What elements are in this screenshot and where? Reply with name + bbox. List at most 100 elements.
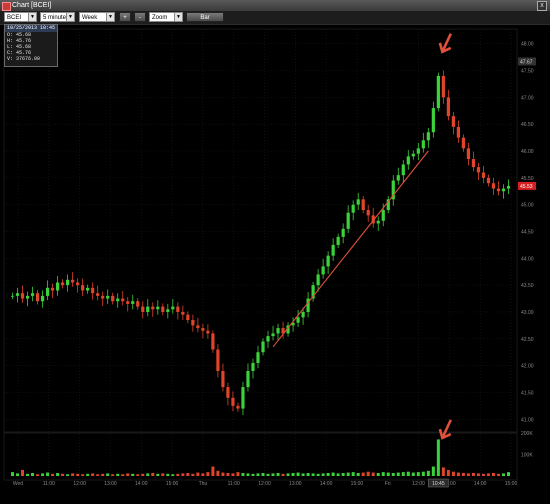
chart-style-button[interactable]: Bar bbox=[186, 12, 224, 22]
candle-body bbox=[156, 306, 160, 310]
candle-body bbox=[15, 293, 20, 296]
candle-body bbox=[121, 298, 125, 302]
volume-bar bbox=[391, 472, 395, 476]
candle-body bbox=[116, 298, 120, 302]
price-tick-label: 48.00 bbox=[521, 42, 534, 48]
x-tick-label: 14:00 bbox=[474, 481, 487, 487]
zoom-in-button[interactable]: + bbox=[119, 12, 131, 22]
chevron-down-icon[interactable]: ▼ bbox=[174, 13, 182, 21]
chart-area[interactable]: 48.00 47.50 47.00 46.50 46.00 45.50 45.00 44.50… bbox=[0, 25, 550, 499]
candle-body bbox=[476, 167, 481, 173]
x-tick-label: 12:00 bbox=[73, 481, 86, 487]
candle-body bbox=[276, 328, 280, 334]
candle-body bbox=[166, 309, 170, 312]
volume-bar bbox=[306, 472, 310, 476]
candles bbox=[10, 70, 511, 415]
candle-body bbox=[196, 325, 200, 329]
candle-body bbox=[341, 228, 345, 237]
volume-bar bbox=[121, 474, 125, 476]
volume-bar bbox=[426, 470, 430, 476]
price-chart[interactable]: 48.00 47.50 47.00 46.50 46.00 45.50 45.00 44.50… bbox=[0, 25, 550, 499]
chevron-down-icon[interactable]: ▼ bbox=[28, 13, 36, 21]
price-tick-label: 44.50 bbox=[521, 230, 534, 236]
candle-body bbox=[206, 330, 210, 334]
candle-body bbox=[86, 287, 90, 291]
interval-select[interactable]: 5 minutes ▼ bbox=[40, 12, 75, 22]
candle-body bbox=[481, 172, 486, 178]
candle-body bbox=[401, 164, 405, 176]
volume-bar bbox=[371, 472, 375, 476]
candle-body bbox=[141, 306, 145, 312]
volume-bar bbox=[236, 472, 240, 476]
price-tick-label: 43.00 bbox=[521, 310, 534, 316]
volume-bar bbox=[476, 473, 480, 476]
symbol-value: BCEI bbox=[7, 15, 22, 21]
candle-body bbox=[271, 333, 275, 337]
candle-body bbox=[461, 137, 466, 149]
volume-bar bbox=[286, 473, 290, 476]
volume-bar bbox=[16, 473, 20, 476]
candle-body bbox=[486, 177, 491, 184]
volume-bar bbox=[336, 473, 340, 476]
zoom-mode-select[interactable]: Zoom ▼ bbox=[149, 12, 183, 22]
candle-body bbox=[216, 349, 220, 371]
volume-bar bbox=[246, 473, 250, 476]
candle-body bbox=[356, 199, 360, 205]
candle-body bbox=[396, 175, 400, 181]
volume-bar bbox=[441, 467, 445, 476]
candle-body bbox=[256, 352, 260, 363]
price-tick-label: 41.00 bbox=[521, 417, 534, 423]
close-button[interactable]: x bbox=[537, 1, 547, 11]
candle-body bbox=[25, 295, 30, 299]
candle-body bbox=[20, 293, 25, 299]
volume-bar bbox=[41, 473, 45, 476]
volume-bar bbox=[111, 474, 115, 476]
volume-bar bbox=[196, 472, 200, 476]
volume-bar bbox=[206, 472, 210, 476]
candle-body bbox=[146, 306, 150, 312]
candle-body bbox=[71, 279, 75, 283]
volume-bar bbox=[186, 472, 190, 476]
volume-bar bbox=[356, 472, 360, 476]
x-tick-label: 12:00 bbox=[412, 481, 425, 487]
x-tick-label: 14:00 bbox=[135, 481, 148, 487]
zoom-out-button[interactable]: - bbox=[134, 12, 146, 22]
candle-body bbox=[106, 295, 110, 299]
volume-bar bbox=[71, 473, 75, 476]
candle-body bbox=[50, 287, 55, 291]
volume-bar bbox=[451, 471, 455, 476]
period-select[interactable]: Week ▼ bbox=[79, 12, 115, 22]
volume-bar bbox=[421, 471, 425, 476]
candle-body bbox=[40, 295, 45, 302]
candle-body bbox=[241, 387, 245, 409]
volume-bar bbox=[26, 473, 30, 476]
volume-bar bbox=[331, 472, 335, 476]
x-tick-label: 14:00 bbox=[320, 481, 333, 487]
volume-bar bbox=[491, 472, 495, 476]
candle-body bbox=[226, 387, 230, 398]
volume-bar bbox=[301, 473, 305, 476]
price-tick-label: 47.50 bbox=[521, 69, 534, 75]
volume-bar bbox=[221, 472, 225, 476]
volume-bar bbox=[316, 473, 320, 476]
symbol-select[interactable]: BCEI ▼ bbox=[4, 12, 37, 22]
candle-body bbox=[466, 148, 471, 160]
volume-bar bbox=[226, 472, 230, 476]
x-tick-label: 13:00 bbox=[289, 481, 302, 487]
volume-bar bbox=[461, 472, 465, 476]
candle-body bbox=[191, 320, 195, 326]
candle-body bbox=[436, 75, 440, 109]
volume-bar bbox=[501, 473, 505, 476]
info-date: 10/25/2013 10:45 bbox=[5, 25, 57, 32]
volume-bar bbox=[36, 474, 40, 476]
volume-bar bbox=[211, 466, 215, 476]
ohlc-info-box: 10/25/2013 10:45 O: 45.68 H: 45.76 L: 45… bbox=[4, 24, 58, 67]
chevron-down-icon[interactable]: ▼ bbox=[106, 13, 114, 21]
x-tick-label: 12:00 bbox=[258, 481, 271, 487]
candle-body bbox=[416, 148, 420, 154]
candle-body bbox=[211, 333, 215, 350]
volume-bar bbox=[216, 470, 220, 476]
chevron-down-icon[interactable]: ▼ bbox=[66, 13, 74, 21]
volume-bar bbox=[51, 473, 55, 476]
trendline bbox=[272, 150, 429, 348]
